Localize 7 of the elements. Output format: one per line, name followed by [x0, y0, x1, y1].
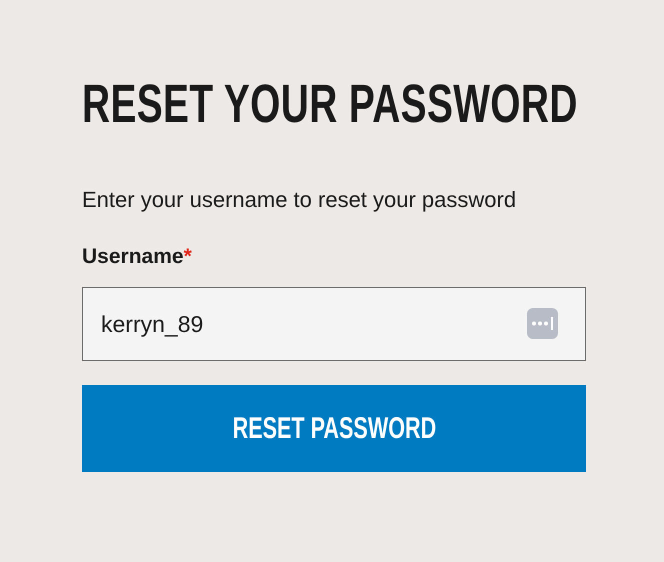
field-label: Username [82, 244, 184, 270]
password-manager-icon[interactable] [527, 308, 558, 339]
required-marker: * [184, 244, 192, 270]
username-field[interactable]: kerryn_89 [82, 287, 586, 361]
instructions-text: Enter your username to reset your password [82, 186, 518, 214]
page-heading: RESET YOUR PASSWORD [82, 74, 578, 134]
reset-password-button[interactable]: RESET PASSWORD [82, 385, 586, 472]
